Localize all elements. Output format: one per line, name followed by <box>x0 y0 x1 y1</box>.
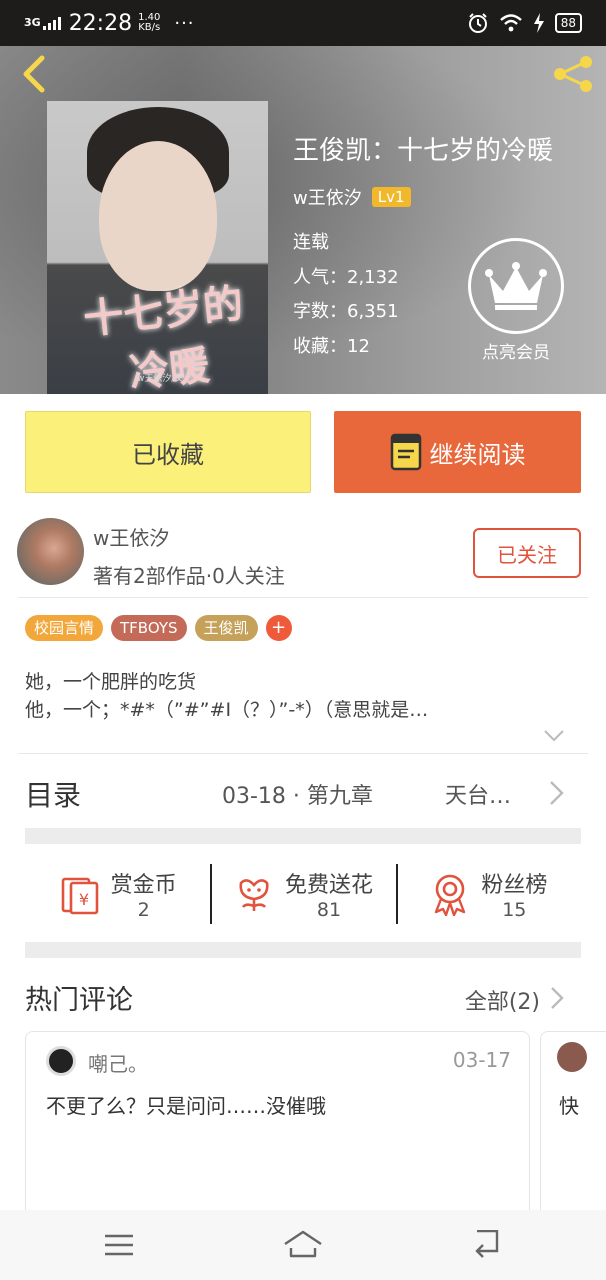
comment-card[interactable]: 嘲己。 03-17 不更了么？只是问问……没催哦 <box>25 1031 530 1231</box>
author-avatar[interactable] <box>17 518 84 585</box>
commenter-avatar[interactable] <box>557 1042 587 1072</box>
alarm-icon <box>468 13 487 33</box>
description-line: 她，一个肥胖的吃货 <box>25 671 197 693</box>
signal-icon <box>42 16 61 30</box>
follow-button[interactable]: 已关注 <box>473 528 581 578</box>
clock: 22:28 <box>68 10 133 36</box>
crown-icon <box>468 238 564 334</box>
comment-text: 不更了么？只是问问……没催哦 <box>46 1094 326 1118</box>
author-works: 著有2部作品·0人关注 <box>93 564 285 588</box>
book-status: 连载 <box>293 232 329 253</box>
section-separator <box>25 828 581 844</box>
continue-reading-button[interactable]: 继续阅读 <box>334 411 581 493</box>
collect-label: 已收藏 <box>132 440 204 469</box>
comment-card[interactable]: 快 <box>540 1031 606 1231</box>
menu-icon[interactable] <box>99 1230 139 1260</box>
reward-label: 赏金币 <box>110 873 177 898</box>
tag-tfboys[interactable]: TFBOYS <box>111 615 187 641</box>
follow-label: 已关注 <box>497 542 557 567</box>
catalog-title: 目录 <box>25 779 82 812</box>
back-nav-icon[interactable] <box>467 1230 507 1260</box>
book-cover[interactable]: 十七岁的冷暖 w王依汐/文 <box>47 101 268 394</box>
collect-button[interactable]: 已收藏 <box>25 411 311 493</box>
reward-coins-button[interactable]: ¥ 赏金币 2 <box>25 858 210 930</box>
hot-comments-header: 热门评论 全部(2) <box>25 978 570 1018</box>
author-row: w王依汐 Lv1 <box>293 184 411 210</box>
author-block: w王依汐 著有2部作品·0人关注 已关注 <box>0 518 606 598</box>
tag-campus-romance[interactable]: 校园言情 <box>25 615 104 641</box>
level-badge: Lv1 <box>371 187 411 207</box>
battery-icon: 88 <box>554 13 582 33</box>
book-header: 十七岁的冷暖 w王依汐/文 王俊凯：十七岁的冷暖 w王依汐 Lv1 连载 人气：… <box>0 46 606 394</box>
continue-reading-label: 继续阅读 <box>429 440 526 469</box>
chevron-down-icon[interactable] <box>543 728 565 744</box>
network-type: 3G <box>24 16 41 29</box>
reward-count: 15 <box>502 899 527 921</box>
tag-wang-junkai[interactable]: 王俊凯 <box>194 615 258 641</box>
reward-count: 81 <box>316 899 342 921</box>
book-meta: 连载 人气：2,132 字数：6,351 收藏：12 <box>293 226 399 364</box>
section-separator <box>25 942 581 958</box>
net-speed: 1.40 KB/s <box>138 13 160 33</box>
divider <box>18 597 588 598</box>
red-envelope-icon: ¥ <box>61 877 98 915</box>
back-icon[interactable] <box>14 54 54 94</box>
comment-date: 03-17 <box>452 1048 511 1072</box>
book-title: 王俊凯：十七岁的冷暖 <box>293 136 554 166</box>
tag-list: 校园言情 TFBOYS 王俊凯 + <box>25 615 292 641</box>
description-line: 他，一个；*#*（”#”#I（？）”-*）（意思就是… <box>25 699 429 721</box>
book-popularity: 人气：2,132 <box>293 266 399 288</box>
vip-button[interactable]: 点亮会员 <box>466 238 566 363</box>
book-description[interactable]: 她，一个肥胖的吃货 他，一个；*#*（”#”#I（？）”-*）（意思就是… <box>25 668 570 724</box>
add-tag-button[interactable]: + <box>265 615 292 641</box>
book-icon <box>390 433 421 471</box>
home-icon[interactable] <box>283 1230 323 1260</box>
hot-comments-title: 热门评论 <box>25 985 133 1016</box>
reward-label: 免费送花 <box>284 873 373 898</box>
send-flower-button[interactable]: 免费送花 81 <box>210 858 395 930</box>
medal-icon <box>435 874 466 916</box>
latest-chapter-name: 天台… <box>445 784 512 809</box>
commenter-avatar[interactable] <box>46 1046 76 1076</box>
flower-icon <box>239 879 269 911</box>
reward-label: 粉丝榜 <box>481 873 548 898</box>
comment-text: 快 <box>559 1094 579 1118</box>
svg-text:¥: ¥ <box>79 890 89 909</box>
charging-icon <box>533 13 544 33</box>
share-icon[interactable] <box>550 54 596 94</box>
rewards-row: ¥ 赏金币 2 免费送花 81 粉丝榜 15 <box>25 858 581 930</box>
catalog-row[interactable]: 目录 03-18 · 第九章 天台… <box>0 770 606 816</box>
reward-count: 2 <box>137 899 150 921</box>
divider <box>18 753 588 754</box>
chevron-right-icon[interactable] <box>549 986 565 1010</box>
book-favorites: 收藏：12 <box>293 335 370 357</box>
speed-unit: KB/s <box>138 22 161 33</box>
fan-ranking-button[interactable]: 粉丝榜 15 <box>395 858 581 930</box>
status-bar: 3G 22:28 1.40 KB/s ··· 88 <box>0 0 606 46</box>
book-word-count: 字数：6,351 <box>293 301 399 322</box>
author-name[interactable]: w王依汐 <box>293 184 362 210</box>
commenter-name[interactable]: 嘲己。 <box>88 1048 148 1077</box>
more-notifications-icon: ··· <box>174 12 195 34</box>
all-comments-link[interactable]: 全部(2) <box>465 984 540 1016</box>
chevron-right-icon <box>550 781 564 805</box>
cover-face <box>99 141 217 291</box>
cover-author-art: w王依汐/文 <box>137 374 184 384</box>
latest-chapter: 03-18 · 第九章 <box>222 784 373 809</box>
system-nav-bar <box>0 1210 606 1280</box>
author-block-name[interactable]: w王依汐 <box>93 522 169 551</box>
wifi-icon <box>499 14 522 32</box>
vip-label: 点亮会员 <box>482 343 550 363</box>
